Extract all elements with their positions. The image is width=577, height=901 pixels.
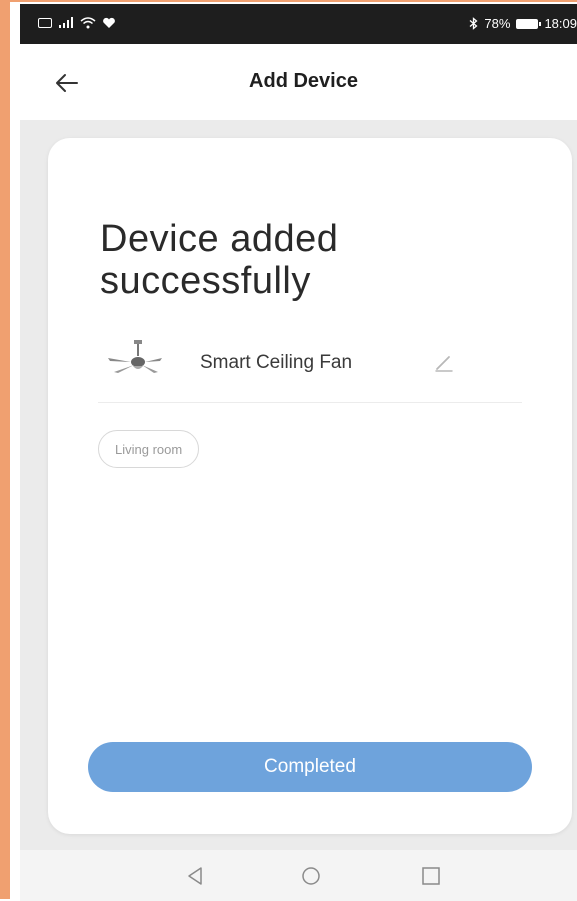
heart-icon [103,17,115,28]
signal-icon [59,17,73,28]
back-triangle-icon[interactable] [182,864,208,888]
status-bar: 78% 18:09 [20,4,577,44]
completed-button[interactable]: Completed [88,742,532,792]
result-card: Device added successfully Smart Ceiling … [48,138,572,834]
home-circle-icon[interactable] [298,864,324,888]
room-chip[interactable]: Living room [98,430,200,468]
ceiling-fan-icon [108,340,162,373]
pencil-icon[interactable] [432,350,456,374]
sim-icon [38,18,52,28]
recents-square-icon[interactable] [418,864,444,888]
status-right: 78% 18:09 [469,16,577,31]
success-heading: Device added successfully [100,218,339,302]
device-frame: 78% 18:09 Add Device Device added succes… [0,0,577,901]
battery-percent: 78% [484,16,511,31]
app-header: Add Device [20,44,577,120]
page-title: Add Device [249,70,358,92]
system-nav-bar [20,850,577,901]
battery-icon [516,18,542,29]
wifi-icon [80,17,96,29]
clock: 18:09 [544,16,577,31]
bluetooth-icon [470,17,478,30]
device-row: Smart Ceiling Fan [98,338,522,388]
status-left-icons [38,17,116,29]
divider [98,402,522,403]
device-name: Smart Ceiling Fan [200,352,353,373]
phone-screen: 78% 18:09 Add Device Device added succes… [20,4,577,901]
